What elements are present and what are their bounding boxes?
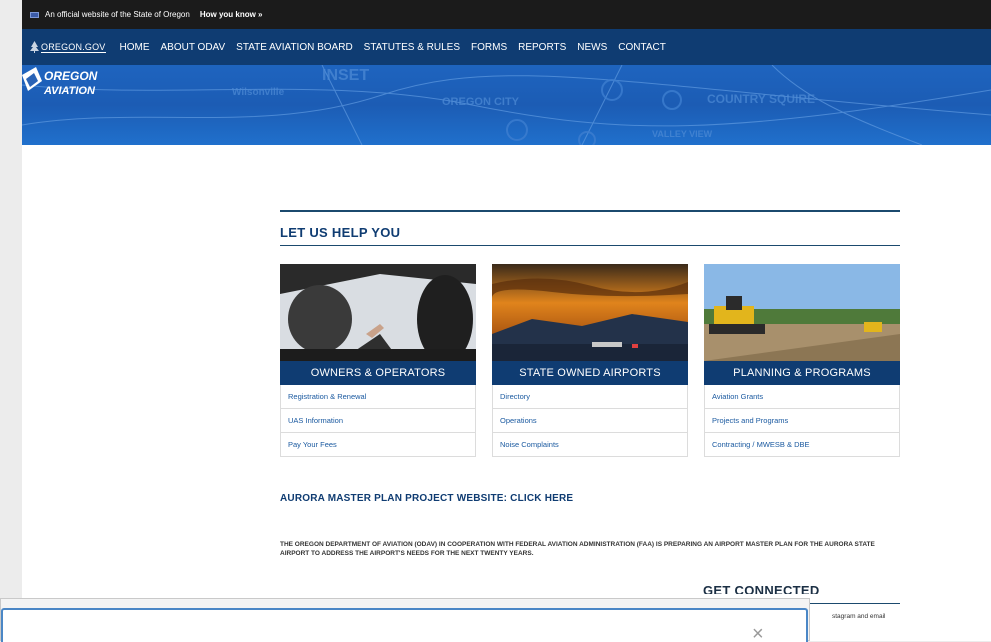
svg-text:OREGON CITY: OREGON CITY bbox=[442, 96, 520, 108]
help-section-title: LET US HELP YOU bbox=[280, 225, 401, 240]
nav-home[interactable]: HOME bbox=[120, 42, 150, 53]
card-caption[interactable]: STATE OWNED AIRPORTS bbox=[492, 361, 688, 385]
nav-news[interactable]: NEWS bbox=[577, 42, 607, 53]
svg-text:COUNTRY SQUIRE: COUNTRY SQUIRE bbox=[707, 92, 815, 106]
official-text: An official website of the State of Oreg… bbox=[45, 10, 190, 19]
us-flag-icon bbox=[30, 11, 39, 18]
odav-logo-line1: OREGON bbox=[44, 69, 98, 83]
oregon-gov-logo[interactable]: OREGON.GOV bbox=[30, 41, 106, 53]
link-projects-programs[interactable]: Projects and Programs bbox=[704, 409, 900, 433]
aurora-description: THE OREGON DEPARTMENT OF AVIATION (ODAV)… bbox=[280, 541, 875, 557]
odav-logo[interactable]: OREGON AVIATION bbox=[22, 65, 102, 101]
card-image-cockpit[interactable] bbox=[280, 264, 476, 361]
left-margin bbox=[0, 0, 22, 641]
svg-text:VALLEY VIEW: VALLEY VIEW bbox=[652, 129, 713, 139]
close-icon[interactable]: × bbox=[752, 627, 772, 641]
main-nav: OREGON.GOV HOME ABOUT ODAV STATE AVIATIO… bbox=[22, 29, 991, 65]
card-caption[interactable]: PLANNING & PROGRAMS bbox=[704, 361, 900, 385]
link-uas-information[interactable]: UAS Information bbox=[280, 409, 476, 433]
odav-logo-line2: AVIATION bbox=[43, 85, 96, 97]
oregon-gov-text: OREGON.GOV bbox=[41, 41, 106, 53]
nav-state-aviation-board[interactable]: STATE AVIATION BOARD bbox=[236, 42, 353, 53]
link-noise-complaints[interactable]: Noise Complaints bbox=[492, 433, 688, 457]
card-state-owned-airports: STATE OWNED AIRPORTS Directory Operation… bbox=[492, 264, 688, 457]
nav-forms[interactable]: FORMS bbox=[471, 42, 507, 53]
svg-text:Wilsonville: Wilsonville bbox=[232, 87, 285, 98]
nav-statutes-rules[interactable]: STATUTES & RULES bbox=[364, 42, 460, 53]
card-image-construction[interactable] bbox=[704, 264, 900, 361]
nav-reports[interactable]: REPORTS bbox=[518, 42, 566, 53]
link-directory[interactable]: Directory bbox=[492, 385, 688, 409]
overlay-content-box[interactable] bbox=[1, 608, 808, 642]
section-top-rule bbox=[280, 210, 900, 212]
get-connected-text: stagram and email bbox=[832, 613, 886, 620]
nav-about-odav[interactable]: ABOUT ODAV bbox=[161, 42, 226, 53]
how-you-know-link[interactable]: How you know » bbox=[200, 10, 263, 19]
help-section-rule bbox=[280, 245, 900, 246]
card-image-airport-sunset[interactable] bbox=[492, 264, 688, 361]
svg-text:INSET: INSET bbox=[322, 67, 369, 84]
nav-contact[interactable]: CONTACT bbox=[618, 42, 666, 53]
card-planning-programs: PLANNING & PROGRAMS Aviation Grants Proj… bbox=[704, 264, 900, 457]
aurora-master-plan-link[interactable]: AURORA MASTER PLAN PROJECT WEBSITE: CLIC… bbox=[280, 493, 573, 504]
hero-banner: INSET COUNTRY SQUIRE Wilsonville OREGON … bbox=[22, 65, 991, 145]
link-registration-renewal[interactable]: Registration & Renewal bbox=[280, 385, 476, 409]
bottom-overlay-panel bbox=[0, 598, 810, 642]
link-contracting-mwesb-dbe[interactable]: Contracting / MWESB & DBE bbox=[704, 433, 900, 457]
link-pay-your-fees[interactable]: Pay Your Fees bbox=[280, 433, 476, 457]
official-banner: An official website of the State of Oreg… bbox=[22, 0, 991, 29]
card-caption[interactable]: OWNERS & OPERATORS bbox=[280, 361, 476, 385]
tree-icon bbox=[30, 41, 39, 53]
link-aviation-grants[interactable]: Aviation Grants bbox=[704, 385, 900, 409]
card-owners-operators: OWNERS & OPERATORS Registration & Renewa… bbox=[280, 264, 476, 457]
aviation-chart-background: INSET COUNTRY SQUIRE Wilsonville OREGON … bbox=[22, 65, 991, 145]
get-connected-title: GET CONNECTED bbox=[703, 583, 820, 594]
link-operations[interactable]: Operations bbox=[492, 409, 688, 433]
